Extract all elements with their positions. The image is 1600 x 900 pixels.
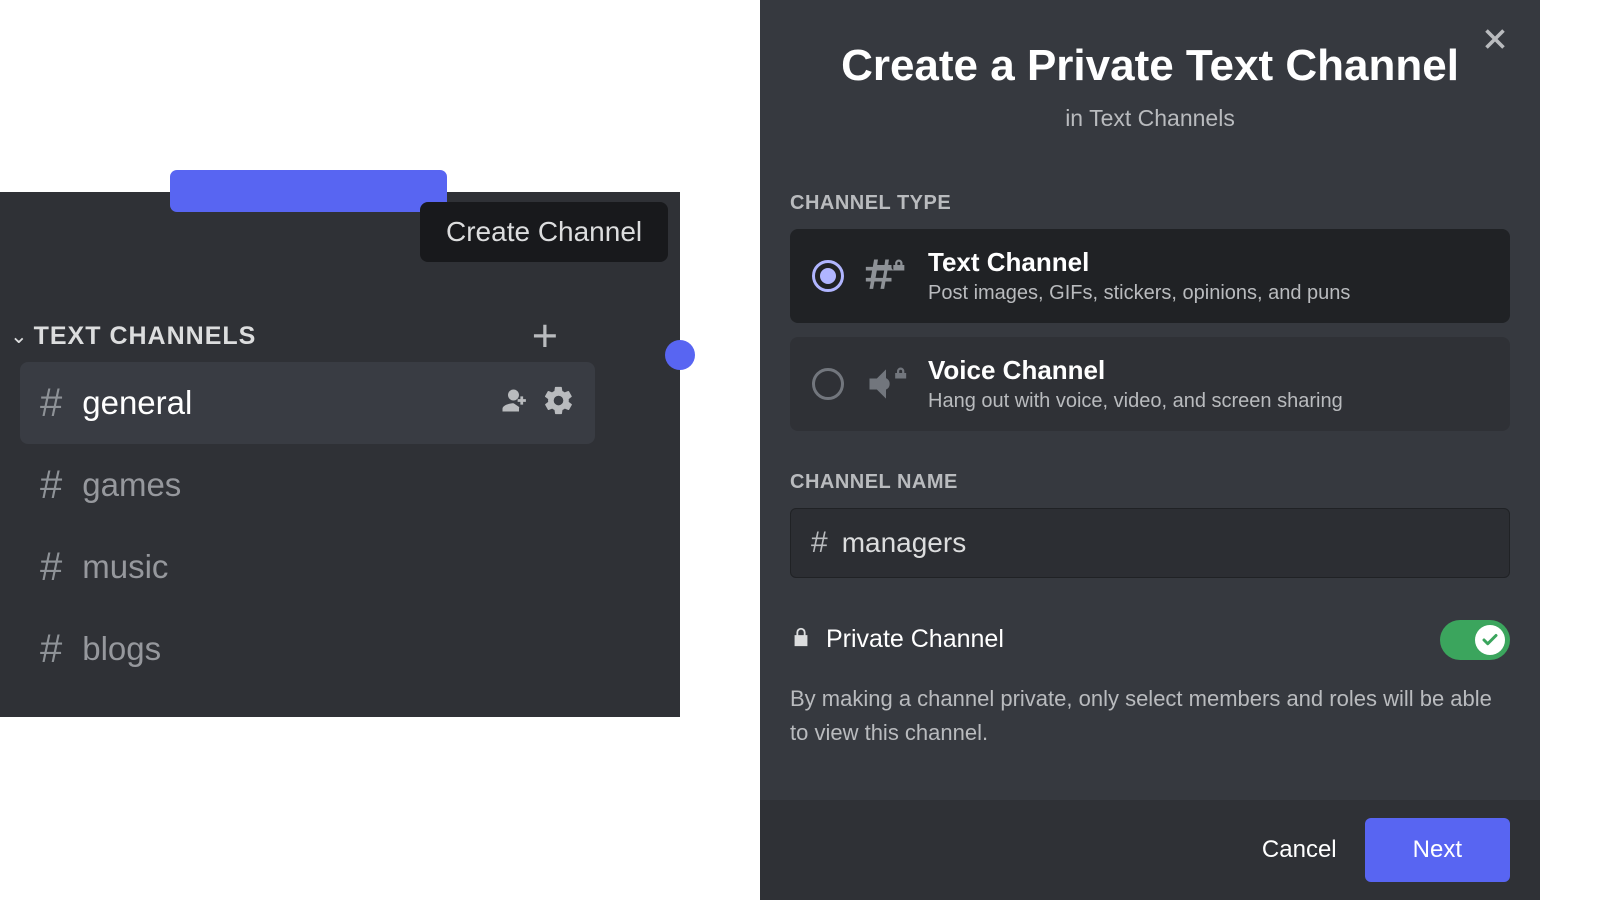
radio-unselected-icon	[812, 368, 844, 400]
channel-type-text[interactable]: Text Channel Post images, GIFs, stickers…	[790, 229, 1510, 323]
type-title: Voice Channel	[928, 355, 1343, 386]
private-channel-row: Private Channel	[790, 620, 1510, 660]
modal-footer: Cancel Next	[760, 800, 1540, 900]
hash-icon: #	[40, 463, 62, 508]
private-channel-label: Private Channel	[826, 625, 1004, 654]
type-desc: Post images, GIFs, stickers, opinions, a…	[928, 282, 1350, 305]
channel-item-general[interactable]: # general	[20, 362, 595, 444]
invite-people-icon[interactable]	[497, 384, 530, 422]
modal-title: Create a Private Text Channel	[800, 40, 1500, 93]
channel-name: blogs	[82, 630, 161, 668]
close-button[interactable]	[1478, 22, 1512, 61]
hash-icon: #	[40, 627, 62, 672]
hash-icon: #	[811, 526, 828, 560]
lock-icon	[790, 626, 812, 653]
type-desc: Hang out with voice, video, and screen s…	[928, 390, 1343, 413]
channel-item-blogs[interactable]: # blogs	[20, 608, 595, 690]
next-button[interactable]: Next	[1365, 818, 1510, 882]
create-channel-tooltip: Create Channel	[420, 202, 668, 262]
cancel-button[interactable]: Cancel	[1262, 836, 1337, 864]
category-header-text-channels[interactable]: ⌄ TEXT CHANNELS +	[10, 310, 570, 362]
private-channel-description: By making a channel private, only select…	[790, 682, 1510, 750]
modal-subtitle: in Text Channels	[800, 105, 1500, 132]
channel-type-voice[interactable]: Voice Channel Hang out with voice, video…	[790, 337, 1510, 431]
hash-icon: #	[40, 381, 62, 426]
radio-selected-icon	[812, 260, 844, 292]
channel-name: music	[82, 548, 168, 586]
gear-icon[interactable]	[542, 384, 575, 422]
voice-channel-lock-icon	[864, 362, 908, 406]
modal-header: Create a Private Text Channel in Text Ch…	[760, 0, 1540, 132]
private-channel-toggle[interactable]	[1440, 620, 1510, 660]
channel-name: games	[82, 466, 181, 504]
add-channel-button[interactable]: +	[532, 310, 558, 362]
hash-icon: #	[40, 545, 62, 590]
active-indicator-pill	[170, 170, 447, 212]
category-label: TEXT CHANNELS	[34, 322, 257, 351]
channel-list: # general # games # music # blogs	[20, 362, 595, 690]
section-label-channel-type: CHANNEL TYPE	[790, 192, 1510, 215]
channel-item-music[interactable]: # music	[20, 526, 595, 608]
channel-name: general	[82, 384, 192, 422]
channel-item-games[interactable]: # games	[20, 444, 595, 526]
channel-sidebar-snippet: Create Channel ⌄ TEXT CHANNELS + # gener…	[0, 192, 680, 717]
chevron-down-icon: ⌄	[10, 324, 28, 349]
channel-name-input[interactable]	[842, 527, 1489, 559]
channel-name-input-wrapper[interactable]: #	[790, 508, 1510, 578]
create-channel-modal: Create a Private Text Channel in Text Ch…	[760, 0, 1540, 900]
text-channel-lock-icon	[864, 254, 908, 298]
section-label-channel-name: CHANNEL NAME	[790, 471, 1510, 494]
notification-dot	[665, 340, 695, 370]
type-title: Text Channel	[928, 247, 1350, 278]
toggle-knob-check-icon	[1475, 625, 1505, 655]
